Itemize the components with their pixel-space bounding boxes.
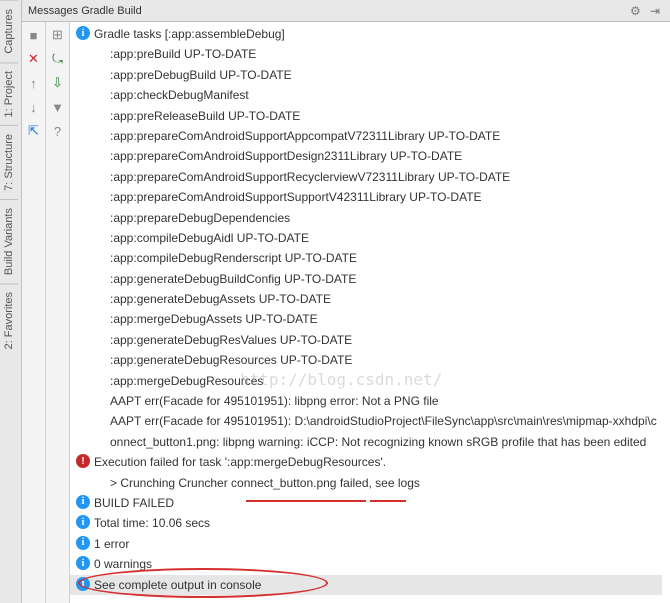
message-row[interactable]: :app:generateDebugResValues UP-TO-DATE	[70, 330, 662, 350]
toolbar-column-1: ■ ✕ ↑ ↓ ⇱	[22, 22, 46, 603]
filter-icon[interactable]: ▼	[49, 98, 67, 116]
message-text: :app:checkDebugManifest	[92, 85, 662, 105]
message-row[interactable]: i0 warnings	[70, 554, 662, 574]
message-row[interactable]: :app:preBuild UP-TO-DATE	[70, 44, 662, 64]
info-icon: i	[74, 26, 92, 40]
message-row[interactable]: :app:mergeDebugResources	[70, 371, 662, 391]
message-row[interactable]: i1 error	[70, 534, 662, 554]
panel-header: Messages Gradle Build ⚙ ⇥	[22, 0, 670, 22]
message-text: :app:preBuild UP-TO-DATE	[92, 44, 662, 64]
close-icon[interactable]: ✕	[25, 50, 43, 68]
message-text: 1 error	[92, 534, 662, 554]
message-text: > Crunching Cruncher connect_button.png …	[92, 473, 662, 493]
up-arrow-icon[interactable]: ↑	[25, 74, 43, 92]
help-icon[interactable]: ?	[49, 122, 67, 140]
autoscroll-icon[interactable]: ⇩	[49, 74, 67, 92]
message-text: :app:prepareComAndroidSupportAppcompatV7…	[92, 126, 662, 146]
side-tab-captures[interactable]: Captures	[0, 0, 18, 62]
message-row[interactable]: :app:prepareComAndroidSupportSupportV423…	[70, 187, 662, 207]
message-text: 0 warnings	[92, 554, 662, 574]
panel-title: Messages Gradle Build	[28, 5, 142, 17]
message-row[interactable]: :app:mergeDebugAssets UP-TO-DATE	[70, 309, 662, 329]
gear-icon[interactable]: ⚙	[630, 4, 644, 18]
message-row[interactable]: iGradle tasks [:app:assembleDebug]	[70, 24, 662, 44]
message-text: :app:preDebugBuild UP-TO-DATE	[92, 65, 662, 85]
message-row[interactable]: iTotal time: 10.06 secs	[70, 513, 662, 533]
info-icon: i	[74, 495, 92, 509]
message-row[interactable]: :app:preReleaseBuild UP-TO-DATE	[70, 106, 662, 126]
message-text: :app:prepareDebugDependencies	[92, 208, 662, 228]
message-text: :app:prepareComAndroidSupportDesign2311L…	[92, 146, 662, 166]
message-row[interactable]: :app:compileDebugAidl UP-TO-DATE	[70, 228, 662, 248]
message-text: :app:generateDebugResValues UP-TO-DATE	[92, 330, 662, 350]
down-arrow-icon[interactable]: ↓	[25, 98, 43, 116]
info-icon: i	[74, 577, 92, 591]
message-text: BUILD FAILED	[92, 493, 662, 513]
message-row[interactable]: :app:prepareComAndroidSupportDesign2311L…	[70, 146, 662, 166]
hide-icon[interactable]: ⇥	[650, 4, 664, 18]
export-icon[interactable]: ⇱	[25, 122, 43, 140]
messages-panel: Messages Gradle Build ⚙ ⇥ ■ ✕ ↑ ↓ ⇱ ⊞ ⤿ …	[22, 0, 670, 603]
message-text: See complete output in console	[92, 575, 662, 595]
message-row[interactable]: AAPT err(Facade for 495101951): D:\andro…	[70, 411, 662, 452]
message-text: :app:generateDebugResources UP-TO-DATE	[92, 350, 662, 370]
message-row[interactable]: :app:generateDebugBuildConfig UP-TO-DATE	[70, 269, 662, 289]
message-text: AAPT err(Facade for 495101951): libpng e…	[92, 391, 662, 411]
message-row[interactable]: :app:prepareComAndroidSupportAppcompatV7…	[70, 126, 662, 146]
annotation-underline-2	[370, 500, 406, 502]
left-tool-window-tabs: Captures 1: Project 7: Structure Build V…	[0, 0, 22, 603]
message-row[interactable]: !Execution failed for task ':app:mergeDe…	[70, 452, 662, 472]
message-row[interactable]: :app:generateDebugAssets UP-TO-DATE	[70, 289, 662, 309]
stop-icon[interactable]: ■	[25, 26, 43, 44]
expand-icon[interactable]: ⊞	[49, 26, 67, 44]
message-text: :app:generateDebugBuildConfig UP-TO-DATE	[92, 269, 662, 289]
message-row[interactable]: iBUILD FAILED	[70, 493, 662, 513]
message-text: Gradle tasks [:app:assembleDebug]	[92, 24, 662, 44]
message-text: AAPT err(Facade for 495101951): D:\andro…	[92, 411, 662, 452]
message-text: :app:preReleaseBuild UP-TO-DATE	[92, 106, 662, 126]
message-row[interactable]: > Crunching Cruncher connect_button.png …	[70, 473, 662, 493]
message-row[interactable]: AAPT err(Facade for 495101951): libpng e…	[70, 391, 662, 411]
message-text: :app:generateDebugAssets UP-TO-DATE	[92, 289, 662, 309]
side-tab-favorites[interactable]: 2: Favorites	[0, 283, 18, 357]
message-text: :app:compileDebugRenderscript UP-TO-DATE	[92, 248, 662, 268]
message-row[interactable]: :app:preDebugBuild UP-TO-DATE	[70, 65, 662, 85]
info-icon: i	[74, 556, 92, 570]
info-icon: i	[74, 515, 92, 529]
message-text: :app:prepareComAndroidSupportSupportV423…	[92, 187, 662, 207]
message-row[interactable]: :app:generateDebugResources UP-TO-DATE	[70, 350, 662, 370]
message-text: :app:mergeDebugResources	[92, 371, 662, 391]
error-icon: !	[74, 454, 92, 468]
message-row[interactable]: :app:prepareDebugDependencies	[70, 208, 662, 228]
side-tab-structure[interactable]: 7: Structure	[0, 125, 18, 199]
message-text: :app:compileDebugAidl UP-TO-DATE	[92, 228, 662, 248]
message-text: :app:prepareComAndroidSupportRecyclervie…	[92, 167, 662, 187]
messages-tree[interactable]: iGradle tasks [:app:assembleDebug]:app:p…	[70, 22, 670, 603]
annotation-underline-1	[246, 500, 366, 502]
toolbar-column-2: ⊞ ⤿ ⇩ ▼ ?	[46, 22, 70, 603]
message-text: Total time: 10.06 secs	[92, 513, 662, 533]
side-tab-build-variants[interactable]: Build Variants	[0, 199, 18, 283]
rerun-icon[interactable]: ⤿	[49, 50, 67, 68]
panel-header-actions: ⚙ ⇥	[630, 4, 664, 18]
side-tab-project[interactable]: 1: Project	[0, 62, 18, 125]
message-text: :app:mergeDebugAssets UP-TO-DATE	[92, 309, 662, 329]
info-icon: i	[74, 536, 92, 550]
message-row[interactable]: :app:checkDebugManifest	[70, 85, 662, 105]
message-row[interactable]: :app:compileDebugRenderscript UP-TO-DATE	[70, 248, 662, 268]
message-row[interactable]: :app:prepareComAndroidSupportRecyclervie…	[70, 167, 662, 187]
panel-body: ■ ✕ ↑ ↓ ⇱ ⊞ ⤿ ⇩ ▼ ? iGradle tasks [:app:…	[22, 22, 670, 603]
message-text: Execution failed for task ':app:mergeDeb…	[92, 452, 662, 472]
message-row[interactable]: iSee complete output in console	[70, 575, 662, 595]
